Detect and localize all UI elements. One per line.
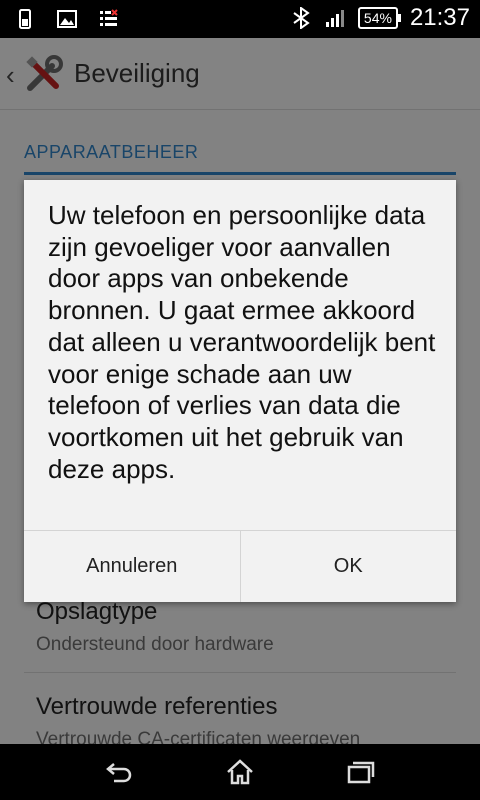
task-list-icon [100,9,118,26]
dialog-message: Uw telefoon en persoonlijke data zijn ge… [48,200,436,484]
settings-screen: ‹ Beveiliging APPARAATBEHEER Opslagtype … [0,38,480,744]
home-icon[interactable] [225,758,255,786]
warning-dialog: Uw telefoon en persoonlijke data zijn ge… [24,180,456,602]
navigation-bar [0,744,480,800]
bluetooth-icon [293,7,310,29]
image-icon [57,10,77,28]
phone-storage-icon [19,9,31,29]
clock: 21:37 [409,4,470,31]
recents-icon[interactable] [345,758,375,786]
signal-icon [325,10,344,27]
dialog-button-bar: Annuleren OK [24,530,456,602]
battery-indicator: 54% [357,7,401,29]
cancel-button[interactable]: Annuleren [24,531,240,602]
back-icon[interactable] [104,758,134,786]
ok-button[interactable]: OK [239,531,456,602]
status-bar: 54% 21:37 [0,0,480,38]
